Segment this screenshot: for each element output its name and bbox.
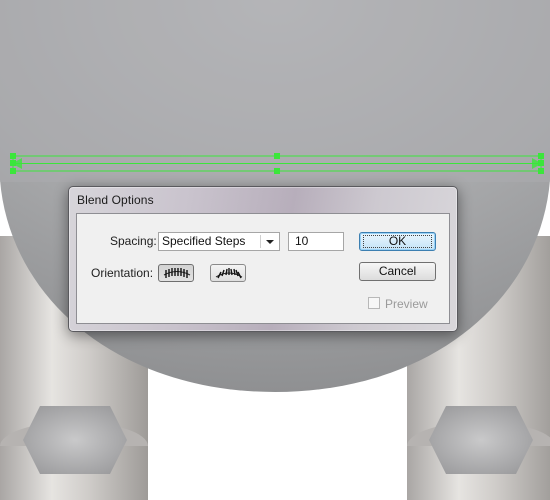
spacing-dropdown-value: Specified Steps	[162, 234, 246, 248]
chevron-down-icon	[266, 240, 274, 244]
dialog-body: Spacing: Specified Steps 10 Orientation:	[76, 213, 450, 324]
dropdown-separator	[260, 235, 261, 248]
align-to-path-icon	[215, 268, 243, 279]
left-hex-bolt	[23, 406, 127, 474]
cancel-button[interactable]: Cancel	[359, 262, 436, 281]
align-to-path-button[interactable]	[210, 264, 246, 282]
preview-checkbox[interactable]	[368, 297, 380, 309]
blend-selection[interactable]	[10, 153, 544, 174]
spacing-label: Spacing:	[110, 234, 157, 248]
orientation-label: Orientation:	[91, 266, 154, 280]
right-hex-bolt	[429, 406, 533, 474]
align-to-page-icon	[163, 268, 191, 278]
blend-options-dialog: Blend Options Spacing: Specified Steps 1…	[68, 186, 458, 332]
align-to-page-button[interactable]	[158, 264, 194, 282]
cancel-button-label: Cancel	[378, 264, 417, 278]
dialog-title: Blend Options	[77, 193, 154, 207]
spacing-dropdown[interactable]: Specified Steps	[158, 232, 280, 251]
ok-button-label: OK	[388, 234, 407, 248]
preview-label: Preview	[385, 297, 428, 311]
ok-button[interactable]: OK	[359, 232, 436, 251]
steps-input[interactable]: 10	[288, 232, 344, 251]
